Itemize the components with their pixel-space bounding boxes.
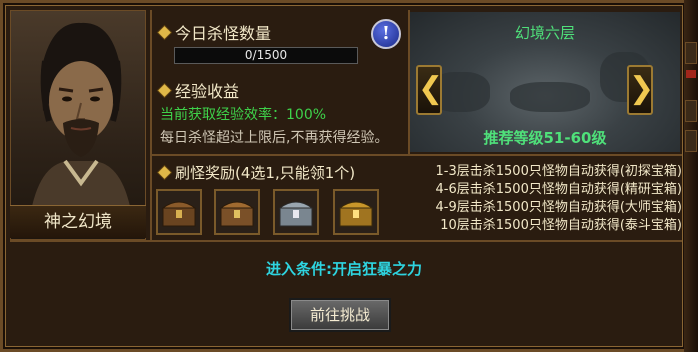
diamond-icon bbox=[158, 25, 171, 39]
chest-icon bbox=[161, 201, 197, 227]
reward-title-text: 刷怪奖励(4选1,只能领1个) bbox=[175, 164, 356, 182]
reward-rule: 1-3层击杀1500只怪物自动获得(初探宝箱) bbox=[435, 164, 682, 179]
diamond-icon bbox=[158, 83, 171, 97]
kill-progress-bar: 0/1500 bbox=[174, 47, 358, 64]
reward-rule: 4-6层击杀1500只怪物自动获得(精研宝箱) bbox=[435, 182, 682, 197]
divider bbox=[150, 10, 152, 240]
chest-slot[interactable] bbox=[273, 189, 319, 235]
background-window-strip bbox=[684, 0, 698, 352]
chest-slot[interactable] bbox=[333, 189, 379, 235]
chest-icon bbox=[219, 201, 255, 227]
strip-chip bbox=[685, 130, 697, 152]
prev-layer-button[interactable]: ❮ bbox=[416, 65, 443, 115]
experience-title-text: 经验收益 bbox=[175, 82, 240, 101]
chest-icon bbox=[278, 201, 314, 227]
diamond-icon bbox=[158, 166, 171, 179]
entry-condition: 进入条件:开启狂暴之力 bbox=[266, 260, 422, 278]
reward-rules: 1-3层击杀1500只怪物自动获得(初探宝箱) 4-6层击杀1500只怪物自动获… bbox=[386, 163, 682, 235]
reward-rule: 10层击杀1500只怪物自动获得(泰斗宝箱) bbox=[440, 218, 682, 233]
reward-title: 刷怪奖励(4选1,只能领1个) bbox=[158, 162, 356, 183]
experience-efficiency: 当前获取经验效率：100% bbox=[160, 107, 327, 123]
map-title: 幻境六层 bbox=[514, 24, 575, 42]
kill-progress-text: 0/1500 bbox=[244, 48, 288, 62]
experience-note: 每日杀怪超过上限后,不再获得经验。 bbox=[160, 130, 389, 146]
next-layer-button[interactable]: ❯ bbox=[627, 65, 654, 115]
chest-icon bbox=[338, 201, 374, 227]
kill-count-title: 今日杀怪数量 bbox=[158, 20, 272, 44]
chest-slot[interactable] bbox=[214, 189, 260, 235]
strip-chip bbox=[685, 100, 697, 122]
divider bbox=[10, 240, 682, 242]
strip-chip bbox=[685, 42, 697, 64]
challenge-button[interactable]: 前往挑战 bbox=[289, 298, 391, 332]
divider bbox=[150, 154, 682, 156]
experience-title: 经验收益 bbox=[158, 78, 240, 102]
info-icon[interactable]: ! bbox=[371, 19, 401, 49]
chest-slot[interactable] bbox=[156, 189, 202, 235]
map-recommended-level: 推荐等级51-60级 bbox=[483, 129, 607, 147]
portrait-name: 神之幻境 bbox=[10, 205, 146, 238]
strip-badge bbox=[686, 70, 696, 78]
kill-count-title-text: 今日杀怪数量 bbox=[175, 24, 272, 43]
map-rock bbox=[510, 82, 590, 112]
reward-rule: 4-9层击杀1500只怪物自动获得(大师宝箱) bbox=[435, 200, 682, 215]
